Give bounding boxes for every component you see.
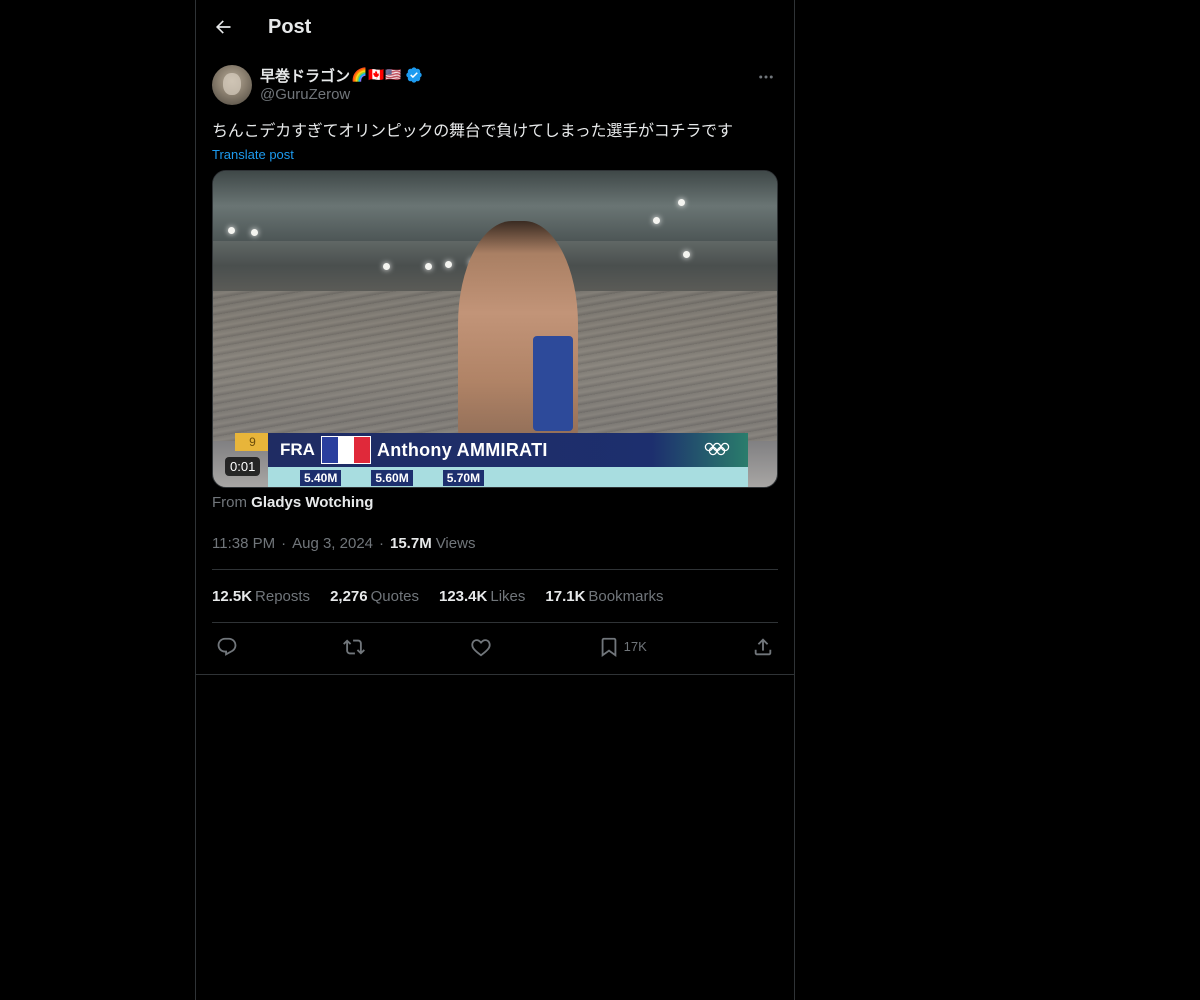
score-athlete-name: Anthony AMMIRATI — [376, 439, 548, 460]
bookmarks-count: 17.1K — [545, 587, 586, 605]
height-1: 5.40M — [300, 470, 342, 486]
video-frame-singlet — [533, 336, 573, 431]
bookmark-button[interactable]: 17K — [598, 636, 647, 658]
quotes-label: Quotes — [370, 587, 419, 605]
separator-dot: · — [379, 534, 384, 552]
video-duration-badge: 0:01 — [225, 457, 261, 476]
bookmark-count: 17K — [623, 639, 647, 654]
post-bottom-divider — [196, 674, 794, 675]
france-flag-icon — [320, 436, 371, 464]
score-heights: 5.40M 5.60M 5.70M — [268, 467, 748, 487]
page-title: Post — [268, 15, 312, 38]
verified-badge-icon[interactable] — [405, 66, 423, 84]
post-date[interactable]: Aug 3, 2024 — [292, 535, 373, 552]
from-line: From Gladys Wotching — [212, 494, 778, 511]
likes-count: 123.4K — [438, 587, 488, 605]
author-names: 早巻ドラゴン 🌈 🇨🇦 🇺🇸 @GuruZerow — [260, 65, 423, 105]
bookmarks-stat[interactable]: 17.1K Bookmarks — [545, 588, 663, 605]
main-column: Post 早巻ドラゴン 🌈 🇨🇦 🇺🇸 @GuruZerow ちんこデカすぎてオ… — [195, 0, 795, 1000]
likes-label: Likes — [490, 587, 526, 605]
post-time[interactable]: 11:38 PM — [212, 535, 275, 552]
reposts-stat[interactable]: 12.5K Reposts — [212, 588, 310, 605]
action-bar: 17K — [212, 623, 778, 670]
translate-post-link[interactable]: Translate post — [212, 147, 294, 162]
handle[interactable]: @GuruZerow — [260, 85, 423, 105]
score-bib: 9 — [235, 433, 270, 451]
like-button[interactable] — [470, 636, 492, 658]
post-text: ちんこデカすぎてオリンピックの舞台で負けてしまった選手がコチラです — [212, 121, 733, 140]
from-prefix: From — [212, 494, 247, 511]
display-name[interactable]: 早巻ドラゴン — [260, 65, 350, 86]
quotes-count: 2,276 — [330, 587, 368, 605]
heart-icon — [471, 638, 492, 656]
back-button[interactable] — [212, 16, 234, 38]
views-label: Views — [435, 534, 476, 552]
more-options-button[interactable] — [756, 70, 776, 84]
share-icon — [754, 637, 772, 655]
olympic-rings-icon — [704, 442, 730, 459]
quotes-stat[interactable]: 2,276 Quotes — [330, 588, 419, 605]
avatar[interactable] — [212, 65, 252, 105]
repost-button[interactable] — [343, 636, 366, 658]
post-meta: 11:38 PM · Aug 3, 2024 · 15.7M Views — [212, 533, 778, 553]
more-icon — [759, 75, 773, 79]
height-2: 5.60M — [371, 470, 413, 486]
post: 早巻ドラゴン 🌈 🇨🇦 🇺🇸 @GuruZerow ちんこデカすぎてオリンピック… — [196, 54, 794, 670]
from-source-link[interactable]: Gladys Wotching — [251, 494, 373, 511]
author-row: 早巻ドラゴン 🌈 🇨🇦 🇺🇸 @GuruZerow — [212, 64, 778, 106]
flag-canada: 🇨🇦 — [368, 67, 385, 82]
score-country: FRA — [280, 440, 315, 459]
likes-stat[interactable]: 123.4K Likes — [439, 588, 525, 605]
flag-usa: 🇺🇸 — [385, 67, 402, 82]
height-3: 5.70M — [442, 470, 485, 486]
reposts-count: 12.5K — [212, 587, 253, 605]
back-arrow-icon — [215, 20, 231, 34]
share-button[interactable] — [752, 636, 774, 658]
video-player[interactable]: 9 FRA Anthony AMMIRATI 5.40M 5.60M 5.70M… — [212, 170, 778, 488]
bookmarks-label: Bookmarks — [588, 587, 664, 605]
engagement-stats: 12.5K Reposts 2,276 Quotes 123.4K Likes 17.… — [212, 570, 778, 622]
separator-dot: · — [281, 534, 287, 552]
reply-icon — [217, 637, 237, 656]
display-name-line[interactable]: 早巻ドラゴン 🌈 🇨🇦 🇺🇸 — [260, 65, 423, 85]
score-overlay-bar: FRA Anthony AMMIRATI — [268, 433, 748, 467]
views-count: 15.7M — [390, 534, 432, 552]
reply-button[interactable] — [216, 636, 238, 658]
header: Post — [196, 0, 794, 54]
bookmark-icon — [601, 637, 616, 657]
flag-rainbow: 🌈 — [351, 67, 368, 82]
repost-icon — [343, 639, 366, 654]
reposts-label: Reposts — [255, 587, 311, 605]
